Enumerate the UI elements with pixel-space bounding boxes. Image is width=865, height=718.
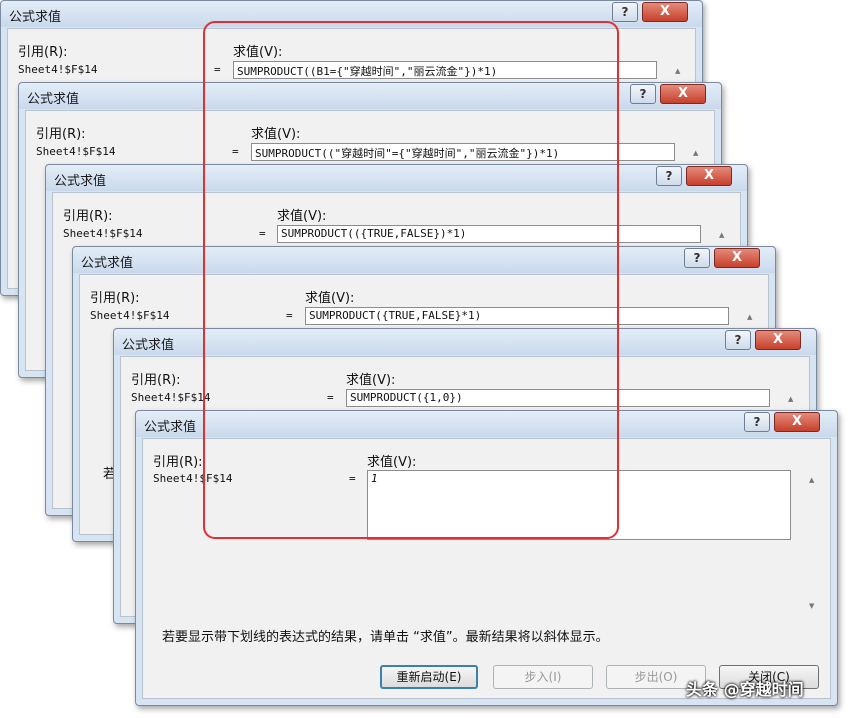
dialog-2-reference-value: Sheet4!$F$14 [36, 145, 116, 158]
dialog-4-reference-value: Sheet4!$F$14 [90, 309, 170, 322]
dialog-6-title: 公式求值 [144, 420, 197, 435]
dialog-2-titlebar[interactable]: 公式求值 ? X [19, 83, 721, 109]
dialog-2-evaluation-box[interactable]: SUMPRODUCT(("穿越时间"={"穿越时间","丽云流金"})*1) [251, 143, 675, 161]
dialog-2-help-icon[interactable]: ? [630, 84, 656, 104]
dialog-4-equals: = [286, 309, 293, 322]
dialog-3-reference-value: Sheet4!$F$14 [63, 227, 143, 240]
dialog-3-titlebar[interactable]: 公式求值 ? X [46, 165, 747, 191]
dialog-6-reference-label: 引用(R): [153, 455, 203, 470]
dialog-2-title: 公式求值 [27, 92, 80, 107]
dialog-6-close-icon[interactable]: X [774, 412, 820, 432]
dialog-1-scroll-up-icon[interactable]: ▲ [675, 67, 680, 75]
restart-button[interactable]: 重新启动(E) [380, 665, 478, 689]
dialog-4-titlebar[interactable]: 公式求值 ? X [73, 247, 775, 273]
dialog-6-reference-value: Sheet4!$F$14 [153, 472, 233, 485]
dialog-1-titlebar[interactable]: 公式求值 ? X [1, 1, 702, 27]
dialog-1-help-icon[interactable]: ? [612, 2, 638, 22]
dialog-2-scroll-up-icon[interactable]: ▲ [693, 149, 698, 157]
dialog-5-evaluation-label: 求值(V): [346, 373, 396, 388]
dialog-4-scroll-up-icon[interactable]: ▲ [747, 313, 752, 321]
dialog-5-reference-value: Sheet4!$F$14 [131, 391, 211, 404]
dialog-3-scroll-up-icon[interactable]: ▲ [719, 231, 724, 239]
dialog-5-expression: SUMPRODUCT({1,0}) [350, 391, 463, 404]
dialog-4-expression: SUMPRODUCT({TRUE,FALSE}*1) [309, 309, 482, 322]
dialog-6-evaluation-label: 求值(V): [367, 455, 417, 470]
dialog-6: 公式求值 ? X 引用(R): Sheet4!$F$14 = 求值(V): 1 … [135, 410, 838, 706]
dialog-6-help-icon[interactable]: ? [744, 412, 770, 432]
watermark: 头条 @穿越时间 [686, 680, 804, 699]
dialog-3-evaluation-label: 求值(V): [277, 209, 327, 224]
dialog-1-reference-value: Sheet4!$F$14 [18, 63, 98, 76]
dialog-5-help-icon[interactable]: ? [725, 330, 751, 350]
dialog-4-evaluation-label: 求值(V): [305, 291, 355, 306]
dialog-6-expression: 1 [371, 472, 378, 485]
dialog-4-evaluation-box[interactable]: SUMPRODUCT({TRUE,FALSE}*1) [305, 307, 729, 325]
dialog-5-close-icon[interactable]: X [755, 330, 801, 350]
dialog-3-equals: = [259, 227, 266, 240]
dialog-3-reference-label: 引用(R): [63, 209, 113, 224]
dialog-4-close-icon[interactable]: X [714, 248, 760, 268]
dialog-1-equals: = [214, 63, 221, 76]
dialog-1-reference-label: 引用(R): [18, 45, 68, 60]
dialog-5-evaluation-box[interactable]: SUMPRODUCT({1,0}) [346, 389, 770, 407]
dialog-5-scroll-up-icon[interactable]: ▲ [788, 395, 793, 403]
dialog-5-equals: = [327, 391, 334, 404]
dialog-6-evaluation-box[interactable]: 1 [367, 470, 791, 540]
dialog-5-reference-label: 引用(R): [131, 373, 181, 388]
dialog-2-equals: = [232, 145, 239, 158]
dialog-6-equals: = [349, 472, 356, 485]
dialog-1-close-icon[interactable]: X [642, 2, 688, 22]
status-message: 若要显示带下划线的表达式的结果，请单击 “求值”。最新结果将以斜体显示。 [162, 630, 609, 645]
dialog-3-evaluation-box[interactable]: SUMPRODUCT(({TRUE,FALSE})*1) [277, 225, 701, 243]
dialog-6-scroll-down-icon[interactable]: ▼ [809, 602, 814, 610]
dialog-1-title: 公式求值 [9, 10, 62, 25]
dialog-3-expression: SUMPRODUCT(({TRUE,FALSE})*1) [281, 227, 467, 240]
dialog-2-reference-label: 引用(R): [36, 127, 86, 142]
dialog-2-close-icon[interactable]: X [660, 84, 706, 104]
dialog-6-scroll-up-icon[interactable]: ▲ [809, 476, 814, 484]
dialog-4-reference-label: 引用(R): [90, 291, 140, 306]
dialog-3-title: 公式求值 [54, 174, 107, 189]
dialog-1-expression: SUMPRODUCT((B1={"穿越时间","丽云流金"})*1) [237, 65, 498, 78]
dialog-2-evaluation-label: 求值(V): [251, 127, 301, 142]
dialog-4-title: 公式求值 [81, 256, 134, 271]
step-in-button[interactable]: 步入(I) [493, 665, 593, 689]
dialog-5-title: 公式求值 [122, 338, 175, 353]
dialog-6-content: 引用(R): Sheet4!$F$14 = 求值(V): 1 ▲ ▼ [142, 438, 831, 699]
dialog-3-close-icon[interactable]: X [686, 166, 732, 186]
dialog-4-help-icon[interactable]: ? [684, 248, 710, 268]
dialog-3-help-icon[interactable]: ? [656, 166, 682, 186]
dialog-6-titlebar[interactable]: 公式求值 ? X [136, 411, 837, 437]
dialog-1-evaluation-box[interactable]: SUMPRODUCT((B1={"穿越时间","丽云流金"})*1) [233, 61, 657, 79]
dialog-1-evaluation-label: 求值(V): [233, 45, 283, 60]
dialog-5-titlebar[interactable]: 公式求值 ? X [114, 329, 816, 355]
dialog-2-expression: SUMPRODUCT(("穿越时间"={"穿越时间","丽云流金"})*1) [255, 147, 560, 160]
